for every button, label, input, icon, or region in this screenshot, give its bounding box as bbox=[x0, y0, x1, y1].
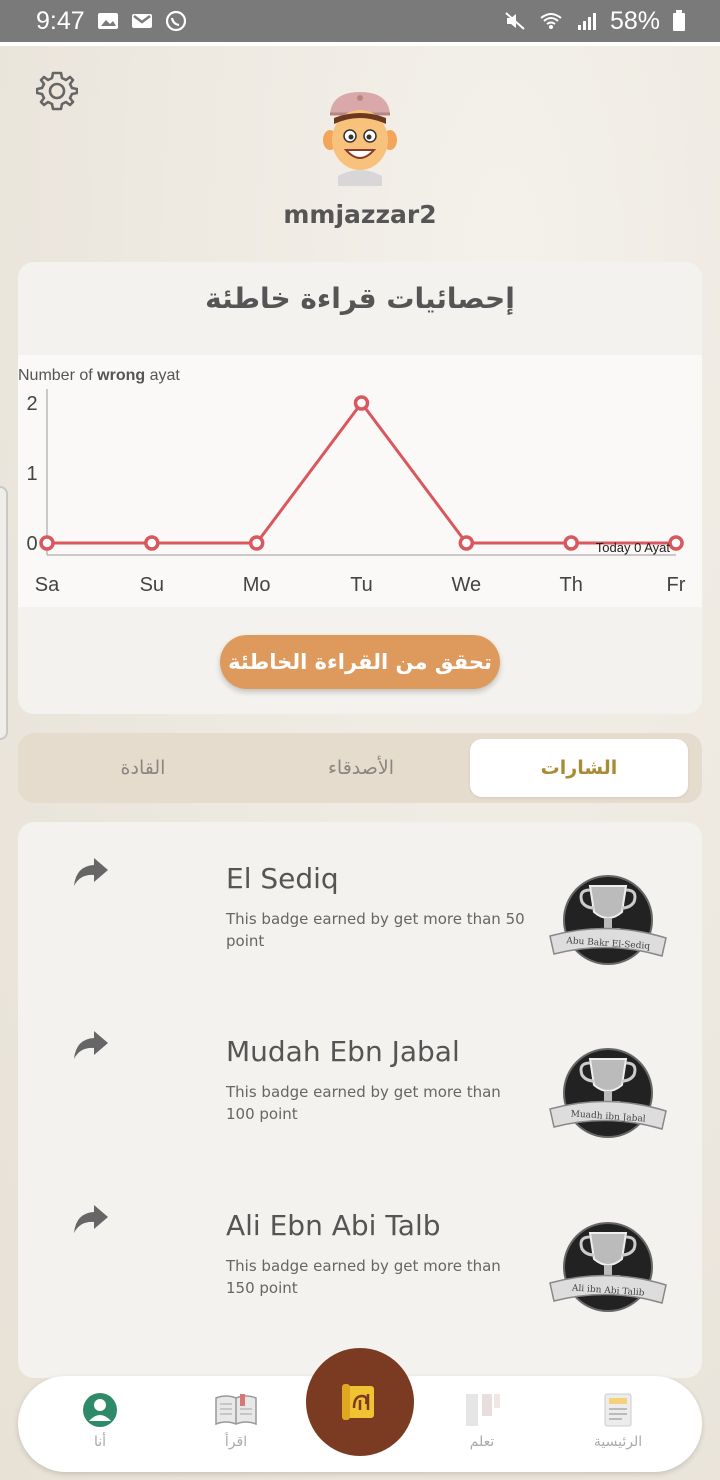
image-icon bbox=[97, 13, 118, 29]
tab-friends[interactable]: الأصدقاء bbox=[276, 739, 446, 797]
wrong-ayat-line-chart: 0 1 2 Sa Su Mo Tu We Th Fr Today 0 Ayat bbox=[26, 389, 686, 596]
status-time: 9:47 bbox=[36, 6, 85, 35]
x-tick-label: Fr bbox=[667, 574, 686, 596]
wifi-icon bbox=[540, 13, 562, 29]
stats-title: إحصائيات قراءة خاطئة bbox=[205, 282, 515, 315]
list-item: El Sediq This badge earned by get more t… bbox=[18, 822, 702, 982]
badge-description: This badge earned by get more than 100 p… bbox=[226, 1083, 501, 1123]
badge-name: El Sediq bbox=[226, 862, 339, 895]
nav-item-learn[interactable]: تعلم bbox=[422, 1392, 542, 1450]
username: mmjazzar2 bbox=[283, 200, 437, 229]
profile-icon bbox=[83, 1393, 117, 1427]
nav-label: اقرأ bbox=[224, 1434, 248, 1450]
battery-percent: 58% bbox=[609, 6, 660, 35]
share-icon[interactable] bbox=[72, 854, 110, 890]
data-point bbox=[248, 535, 265, 551]
badge-name: Ali Ebn Abi Talb bbox=[226, 1209, 441, 1242]
gear-icon[interactable] bbox=[36, 70, 78, 112]
data-point bbox=[563, 535, 579, 551]
tab-badges[interactable]: الشارات bbox=[470, 739, 688, 797]
data-point bbox=[144, 535, 160, 551]
series-line bbox=[47, 400, 676, 545]
data-point bbox=[668, 535, 684, 551]
edge-drawer-handle[interactable] bbox=[0, 486, 8, 740]
x-tick-label: Su bbox=[140, 574, 164, 596]
chart-area: Number of wrong ayat 0 1 2 Sa Su Mo Tu We Th Fr To… bbox=[18, 355, 702, 607]
bottom-navigation: أنا اقرأ تعلم الرئيسية bbox=[18, 1348, 702, 1472]
check-wrong-reading-button[interactable]: تحقق من القراءة الخاطئة bbox=[220, 635, 500, 689]
share-icon[interactable] bbox=[72, 1201, 110, 1237]
x-tick-label: Tu bbox=[350, 574, 373, 596]
gmail-icon bbox=[131, 14, 152, 28]
tab-bar: القادة الأصدقاء الشارات bbox=[18, 733, 702, 803]
data-point bbox=[458, 535, 475, 551]
wrong-reading-stats-card: إحصائيات قراءة خاطئة Number of wrong aya… bbox=[18, 262, 702, 714]
today-annotation: Today 0 Ayat bbox=[596, 540, 671, 555]
book-icon bbox=[215, 1394, 257, 1426]
avatar[interactable] bbox=[318, 90, 402, 186]
badge-description: This badge earned by get more than 150 p… bbox=[226, 1257, 501, 1297]
trophy-badge-icon: Ali ibn Abi Talib bbox=[549, 1222, 667, 1312]
badges-list: El Sediq This badge earned by get more t… bbox=[18, 822, 702, 1378]
battery-icon bbox=[673, 10, 685, 31]
tab-leaders[interactable]: القادة bbox=[58, 739, 228, 797]
x-tick-label: Mo bbox=[243, 574, 271, 596]
data-point bbox=[39, 535, 55, 551]
trophy-badge-icon: Muadh ibn Jabal bbox=[549, 1048, 667, 1138]
badge-description: This badge earned by get more than 50 po… bbox=[226, 910, 525, 950]
y-tick-label: 0 bbox=[26, 533, 37, 555]
status-bar: 9:47 58% bbox=[0, 0, 720, 42]
whatsapp-icon bbox=[165, 10, 186, 32]
nav-item-center[interactable] bbox=[306, 1348, 414, 1456]
share-icon[interactable] bbox=[72, 1027, 110, 1063]
list-item: Mudah Ebn Jabal This badge earned by get… bbox=[18, 995, 702, 1155]
nav-item-home[interactable]: الرئيسية bbox=[558, 1392, 678, 1450]
scroll-icon bbox=[342, 1384, 374, 1420]
y-tick-label: 2 bbox=[26, 393, 37, 415]
signal-icon bbox=[577, 13, 596, 30]
nav-label: أنا bbox=[93, 1434, 107, 1450]
mute-icon bbox=[505, 12, 525, 30]
learn-icon bbox=[466, 1394, 500, 1426]
trophy-badge-icon: Abu Bakr El-Sediq bbox=[549, 875, 667, 965]
x-tick-label: We bbox=[452, 574, 482, 596]
x-tick-label: Th bbox=[559, 574, 582, 596]
nav-label: تعلم bbox=[469, 1434, 495, 1450]
home-icon bbox=[604, 1393, 632, 1427]
y-tick-label: 1 bbox=[26, 463, 37, 485]
nav-label: الرئيسية bbox=[593, 1434, 643, 1450]
nav-item-me[interactable]: أنا bbox=[40, 1392, 160, 1450]
data-point bbox=[353, 395, 370, 411]
list-item: Ali Ebn Abi Talb This badge earned by ge… bbox=[18, 1169, 702, 1329]
x-tick-label: Sa bbox=[35, 574, 60, 596]
badge-name: Mudah Ebn Jabal bbox=[226, 1035, 460, 1068]
nav-item-read[interactable]: اقرأ bbox=[176, 1392, 296, 1450]
